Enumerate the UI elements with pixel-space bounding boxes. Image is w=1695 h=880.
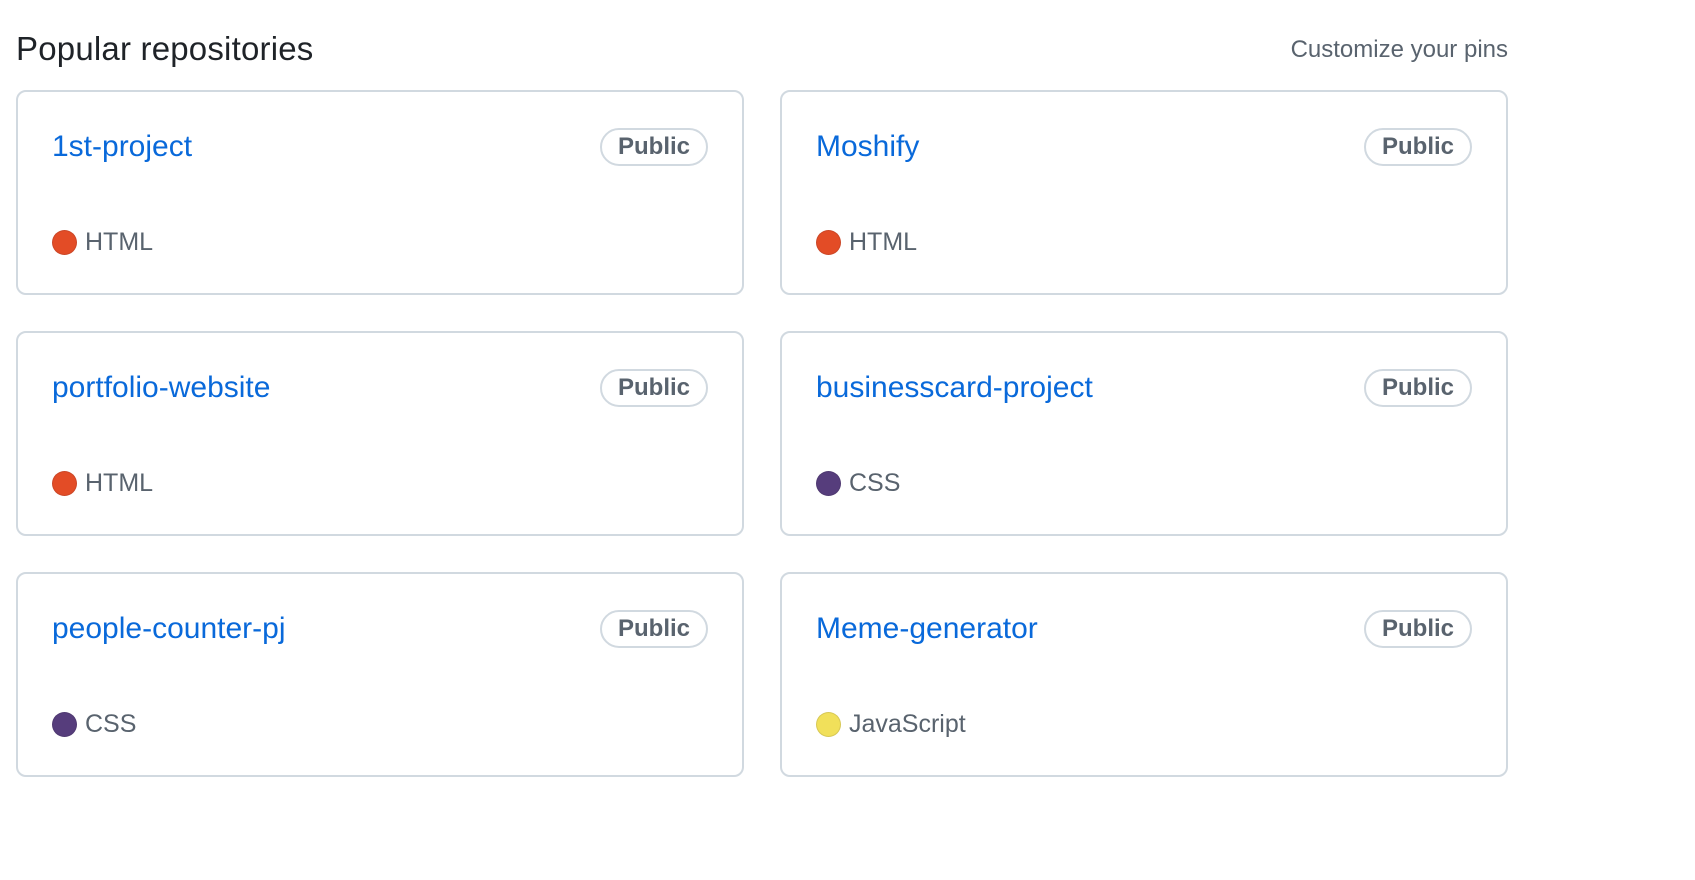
pinned-repos-grid: 1st-project Public HTML Moshify Public H… (16, 90, 1508, 777)
visibility-badge: Public (1363, 610, 1472, 648)
repo-name-link[interactable]: portfolio-website (52, 371, 270, 405)
pinned-header: Popular repositories Customize your pins (16, 26, 1508, 72)
repo-card: Moshify Public HTML (780, 90, 1508, 295)
language-label: CSS (849, 469, 901, 497)
language-color-dot (816, 712, 841, 737)
repo-language: JavaScript (816, 710, 966, 739)
repo-card: businesscard-project Public CSS (780, 331, 1508, 536)
repo-card: Meme-generator Public JavaScript (780, 572, 1508, 777)
language-label: JavaScript (849, 710, 966, 738)
language-label: HTML (85, 469, 154, 497)
repo-language: CSS (52, 710, 136, 739)
visibility-badge: Public (599, 128, 708, 166)
repo-language: HTML (52, 228, 153, 257)
visibility-badge: Public (1363, 128, 1472, 166)
repo-name-link[interactable]: businesscard-project (816, 371, 1093, 405)
language-label: HTML (85, 228, 154, 256)
repo-name-link[interactable]: people-counter-pj (52, 612, 285, 646)
repo-language: HTML (52, 469, 153, 498)
customize-pins-link[interactable]: Customize your pins (1291, 34, 1508, 64)
visibility-badge: Public (599, 610, 708, 648)
language-color-dot (52, 230, 77, 255)
language-color-dot (816, 230, 841, 255)
visibility-badge: Public (599, 369, 708, 407)
repo-name-link[interactable]: Meme-generator (816, 612, 1038, 646)
language-label: CSS (85, 710, 137, 738)
repo-name-link[interactable]: Moshify (816, 130, 919, 164)
section-title: Popular repositories (16, 30, 314, 67)
repo-language: CSS (816, 469, 900, 498)
repo-card: people-counter-pj Public CSS (16, 572, 744, 777)
repo-language: HTML (816, 228, 917, 257)
language-color-dot (52, 712, 77, 737)
visibility-badge: Public (1363, 369, 1472, 407)
repo-card: portfolio-website Public HTML (16, 331, 744, 536)
repo-name-link[interactable]: 1st-project (52, 130, 192, 164)
language-color-dot (52, 471, 77, 496)
language-color-dot (816, 471, 841, 496)
language-label: HTML (849, 228, 918, 256)
repo-card: 1st-project Public HTML (16, 90, 744, 295)
